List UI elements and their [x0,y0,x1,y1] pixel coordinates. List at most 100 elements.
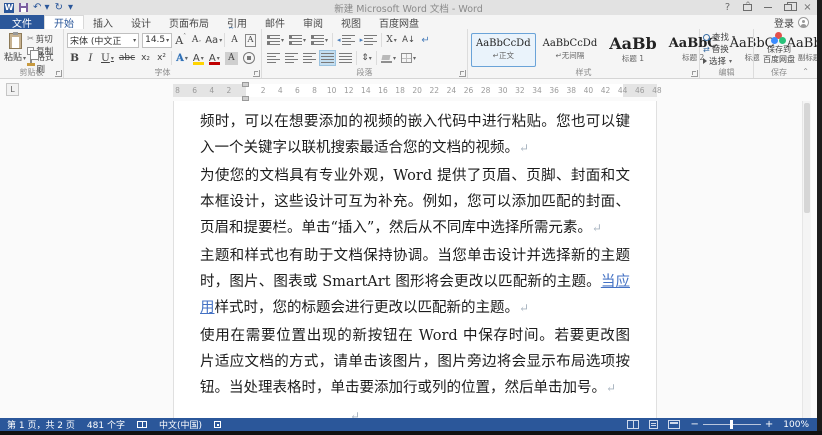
document-text[interactable]: 频时，可以在想要添加的视频的嵌入代码中进行粘贴。您也可以键入一个关键字以联机搜索… [174,101,656,418]
page-number-status[interactable]: 第 1 页，共 2 页 [7,418,75,431]
bullets-button[interactable]: ▾ [265,32,286,48]
baidu-netdisk-icon[interactable] [771,32,787,44]
line-spacing-button[interactable]: ⇕▾ [359,50,374,66]
ribbon-tab[interactable]: 设计 [122,15,160,29]
styles-dialog-launcher[interactable] [691,70,698,77]
font-name-combo[interactable]: 宋体 (中文正▾ [67,33,139,48]
highlight-button[interactable]: A▾ [191,50,206,66]
ribbon-tab[interactable]: 审阅 [294,15,332,29]
align-left-button[interactable] [265,50,282,66]
ruler-number: 34 [530,84,544,97]
borders-button[interactable]: ▾ [399,50,418,66]
redo-icon[interactable]: ↻ [55,3,63,13]
zoom-out-icon[interactable]: − [690,420,698,429]
ribbon-tab[interactable]: 插入 [84,15,122,29]
tab-stop-selector[interactable]: L [6,83,19,96]
font-size-combo[interactable]: 14.5▾ [142,33,172,48]
document-page[interactable]: 频时，可以在想要添加的视频的嵌入代码中进行粘贴。您也可以键入一个关键字以联机搜索… [173,101,657,418]
clipboard-dialog-launcher[interactable] [55,70,62,77]
ribbon-tab[interactable]: 百度网盘 [370,15,428,29]
ribbon-tab[interactable]: 页面布局 [160,15,218,29]
zoom-slider-thumb[interactable] [730,420,733,429]
paragraph[interactable]: 使用在需要位置出现的新按钮在 Word 中保存时间。若要更改图片适应文档的方式，… [200,323,630,401]
shading-button[interactable]: ▾ [379,50,398,66]
minimize-icon[interactable] [758,1,777,15]
asian-layout-button[interactable]: X▾ [384,32,399,48]
font-color-button[interactable]: A▾ [207,50,222,66]
justify-button[interactable] [319,50,336,66]
save-to-netdisk-button[interactable]: 保存到百度网盘 [763,45,795,64]
paragraph[interactable]: 频时，可以在想要添加的视频的嵌入代码中进行粘贴。您也可以键入一个关键字以联机搜索… [200,109,630,161]
paragraph[interactable]: ↵ [200,403,630,418]
phonetic-guide-button[interactable]: A [227,32,242,48]
strikethrough-button[interactable]: abc [117,50,137,66]
save-icon[interactable] [19,3,28,12]
vertical-scrollbar[interactable] [802,101,811,418]
style-gallery-item[interactable]: AaBb标题 1 [604,33,662,67]
circle-icon [243,52,255,64]
ribbon-tab[interactable]: 开始 [44,15,84,29]
proofing-status-icon[interactable] [137,421,147,428]
qat-customize-icon[interactable]: ▾ [68,3,73,13]
paragraph-dialog-launcher[interactable] [459,70,466,77]
decrease-indent-button[interactable]: ◂ [335,32,357,48]
cut-button[interactable]: ✂ 剪切 [27,33,60,44]
increase-indent-button[interactable]: ▸ [358,32,380,48]
paragraph[interactable]: 主题和样式也有助于文档保持协调。当您单击设计并选择新的主题时，图片、图表或 Sm… [200,243,630,321]
macro-record-icon[interactable] [214,421,221,428]
ribbon-tab[interactable]: 邮件 [256,15,294,29]
restore-icon[interactable] [778,1,797,15]
ribbon-display-options-icon[interactable] [738,1,757,15]
sign-in[interactable]: 登录 [774,15,817,29]
zoom-slider[interactable] [703,424,761,425]
align-right-button[interactable] [301,50,318,66]
collapse-ribbon-icon[interactable]: ⌃ [802,67,809,76]
subscript-button[interactable]: x₂ [138,50,153,66]
bold-button[interactable]: B [67,50,82,66]
enclose-characters-button[interactable] [241,50,257,66]
paragraph[interactable]: 为使您的文档具有专业外观，Word 提供了页眉、页脚、封面和文本框设计，这些设计… [200,163,630,241]
ruler-number: 26 [462,84,476,97]
distribute-button[interactable] [337,50,354,66]
change-case-button[interactable]: Aa▾ [205,32,222,48]
web-layout-icon[interactable] [668,420,680,429]
character-shading-button[interactable]: A [223,50,240,66]
find-button[interactable]: 查找▾ [703,31,750,43]
italic-button[interactable]: I [83,50,98,66]
print-layout-icon[interactable] [649,420,658,429]
undo-icon[interactable]: ↶ ▾ [33,3,50,13]
sort-button[interactable]: A↓ [400,32,417,48]
multilevel-list-button[interactable]: ▾ [309,32,330,48]
zoom-in-icon[interactable]: + [765,420,773,429]
show-marks-button[interactable]: ↵ [418,32,433,48]
scrollbar-thumb[interactable] [804,103,810,213]
character-border-button[interactable]: A [243,32,258,48]
zoom-percentage[interactable]: 100% [783,420,809,430]
paste-button[interactable]: 粘贴▾ [3,31,27,68]
superscript-button[interactable]: x² [154,50,169,66]
style-gallery-item[interactable]: AaBbCcDd↵正文 [471,33,536,67]
font-dialog-launcher[interactable] [253,70,260,77]
grow-font-button[interactable]: A [173,32,188,48]
shrink-font-button[interactable]: A [189,32,204,48]
word-logo-icon[interactable]: W [4,3,14,13]
read-mode-icon[interactable] [627,420,639,429]
language-status[interactable]: 中文(中国) [159,418,202,431]
style-gallery-item[interactable]: AaBbCcDd↵无间隔 [538,33,603,67]
numbering-button[interactable]: ▾ [287,32,308,48]
word-count-status[interactable]: 481 个字 [87,418,125,431]
select-button[interactable]: 选择▾ [703,55,750,67]
text-effects-button[interactable]: A▾ [174,50,190,66]
replace-button[interactable]: ⇄ 替换 [703,43,750,55]
ribbon-tab[interactable]: 视图 [332,15,370,29]
first-line-indent-marker[interactable] [242,82,249,87]
tab-file[interactable]: 文件 [0,15,44,29]
ribbon-tab[interactable]: 引用 [218,15,256,29]
close-icon[interactable]: × [798,1,817,15]
align-center-button[interactable] [283,50,300,66]
underline-button[interactable]: U▾ [99,50,116,66]
title-bar: W ↶ ▾ ↻ ▾ 新建 Microsoft Word 文档 - Word ? … [0,0,817,15]
help-icon[interactable]: ? [718,1,737,15]
ruler-number: 22 [427,84,441,97]
format-painter-button[interactable]: 格式刷 [27,57,60,68]
